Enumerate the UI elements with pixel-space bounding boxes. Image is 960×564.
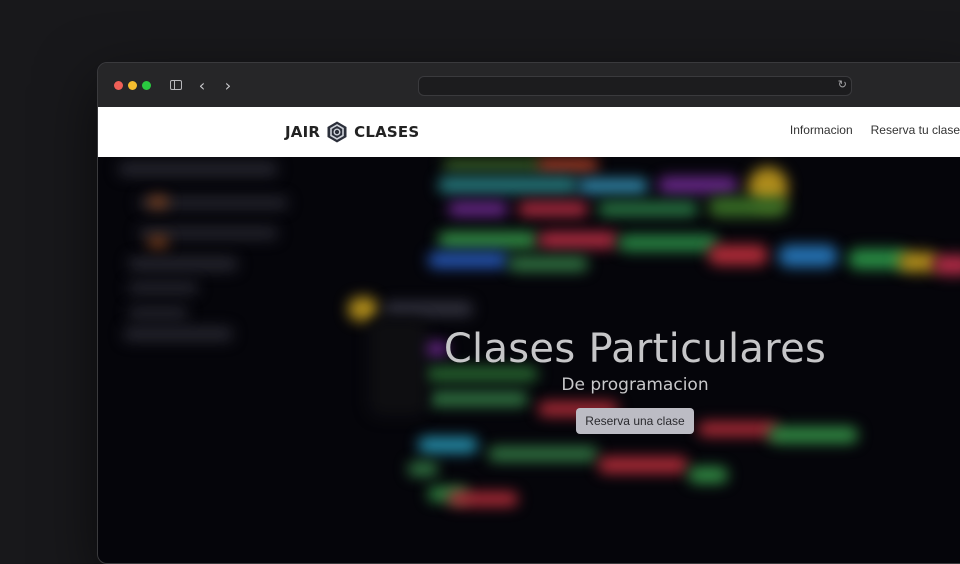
zoom-window-button[interactable]: [142, 81, 151, 90]
brand-left-text: JAIR: [285, 123, 321, 141]
hero-subtitle: De programacion: [561, 375, 709, 395]
close-window-button[interactable]: [114, 81, 123, 90]
chevron-left-icon[interactable]: ‹: [196, 73, 208, 97]
browser-titlebar: ‹ › ↻: [98, 63, 960, 107]
chevron-right-icon[interactable]: ›: [222, 73, 234, 97]
brand-logo[interactable]: JAIR CLASES: [285, 117, 419, 147]
reserve-class-button[interactable]: Reserva una clase: [576, 408, 694, 434]
site-navbar: JAIR CLASES Informacion Reserva tu clase: [98, 107, 960, 157]
nav-link-informacion[interactable]: Informacion: [790, 123, 853, 137]
hexagon-logo-icon: [327, 121, 347, 143]
minimize-window-button[interactable]: [128, 81, 137, 90]
hero-content: Clases Particulares De programacion Rese…: [430, 325, 840, 434]
reload-icon[interactable]: ↻: [838, 78, 847, 91]
browser-window: ‹ › ↻ JAIR CLASES Informacion Reserva tu…: [97, 62, 960, 564]
hero-section: Clases Particulares De programacion Rese…: [98, 157, 960, 563]
nav-links: Informacion Reserva tu clase: [790, 123, 960, 137]
hero-title: Clases Particulares: [443, 326, 827, 372]
brand-right-text: CLASES: [354, 123, 420, 141]
sidebar-toggle-icon[interactable]: [168, 73, 184, 97]
web-page: JAIR CLASES Informacion Reserva tu clase: [98, 107, 960, 563]
nav-link-reserva[interactable]: Reserva tu clase: [871, 123, 960, 137]
address-bar[interactable]: ↻: [418, 76, 852, 96]
